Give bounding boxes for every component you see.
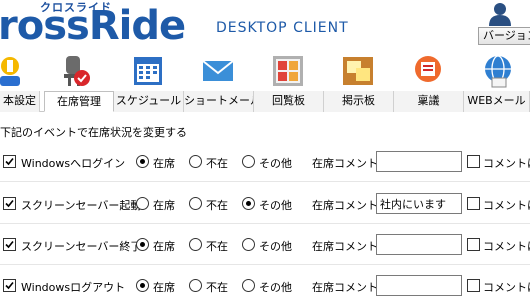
comment-label: 在席コメント	[312, 199, 378, 212]
status-radio-label: 在席	[153, 157, 175, 170]
toolbar	[0, 52, 530, 92]
status-radio-label: その他	[259, 240, 292, 253]
instruction-text: 下記のイベントで在席状況を変更する	[0, 126, 187, 139]
basic-settings-icon[interactable]	[0, 54, 26, 88]
status-radio[interactable]	[242, 197, 255, 210]
status-radio-label: 在席	[153, 240, 175, 253]
schedule-icon[interactable]	[132, 54, 164, 88]
user-icon	[489, 3, 511, 26]
app-header: クロスライド rossRide DESKTOP CLIENT バージョン	[0, 0, 530, 52]
event-label: スクリーンセーバー終了	[21, 240, 142, 253]
comment-update-label: コメントは更	[483, 199, 530, 212]
circulation-icon[interactable]	[272, 54, 304, 88]
comment-input[interactable]	[376, 275, 462, 296]
status-radio-label: 在席	[153, 281, 175, 294]
comment-update-label: コメントは更	[483, 240, 530, 253]
status-radio-label: その他	[259, 199, 292, 212]
status-radio[interactable]	[242, 279, 255, 292]
version-button[interactable]: バージョン	[478, 27, 530, 45]
status-radio[interactable]	[136, 155, 149, 168]
event-row: スクリーンセーバー起動在席 不在 その他 在席コメント コメントは更	[0, 192, 530, 216]
comment-label: 在席コメント	[312, 157, 378, 170]
event-row: Windowsへログイン 在席 不在 その他 在席コメント コメントは更	[0, 150, 530, 174]
comment-update-checkbox[interactable]	[467, 155, 480, 168]
short-mail-icon[interactable]	[202, 54, 234, 88]
comment-update-checkbox[interactable]	[467, 238, 480, 251]
web-mail-icon[interactable]	[482, 54, 514, 88]
status-radio[interactable]	[242, 238, 255, 251]
comment-label: 在席コメント	[312, 240, 378, 253]
row-divider	[0, 223, 530, 224]
bulletin-board-icon[interactable]	[342, 54, 374, 88]
logo-subtitle: DESKTOP CLIENT	[216, 20, 349, 36]
event-checkbox[interactable]	[3, 238, 16, 251]
status-radio[interactable]	[189, 279, 202, 292]
tab-approval[interactable]: 稟議	[394, 91, 464, 112]
approval-icon[interactable]	[412, 54, 444, 88]
event-row: Windowsログアウト 在席 不在 その他 在席コメント コメントは更	[0, 274, 530, 298]
tab-circulation[interactable]: 回覧板	[254, 91, 324, 112]
comment-update-label: コメントは更	[483, 281, 530, 294]
status-radio[interactable]	[189, 238, 202, 251]
event-row: スクリーンセーバー終了在席 不在 その他 在席コメント コメントは更	[0, 233, 530, 257]
status-radio[interactable]	[189, 197, 202, 210]
row-divider	[0, 264, 530, 265]
event-checkbox[interactable]	[3, 197, 16, 210]
tab-bulletin-board[interactable]: 掲示板	[324, 91, 394, 112]
comment-input[interactable]	[376, 234, 462, 255]
status-radio[interactable]	[136, 238, 149, 251]
tab-short-mail[interactable]: ショートメール	[184, 91, 254, 112]
tab-presence[interactable]: 在席管理	[44, 91, 114, 112]
status-radio-label: その他	[259, 157, 292, 170]
comment-update-checkbox[interactable]	[467, 279, 480, 292]
presence-icon[interactable]	[60, 54, 92, 88]
tab-web-mail[interactable]: WEBメール	[464, 91, 530, 112]
event-label: スクリーンセーバー起動	[21, 199, 142, 212]
event-label: Windowsへログイン	[21, 157, 126, 170]
logo: rossRide	[0, 3, 186, 49]
comment-update-checkbox[interactable]	[467, 197, 480, 210]
row-divider	[0, 181, 530, 182]
event-checkbox[interactable]	[3, 155, 16, 168]
status-radio[interactable]	[136, 279, 149, 292]
status-radio-label: 不在	[206, 240, 228, 253]
comment-label: 在席コメント	[312, 281, 378, 294]
status-radio-label: 在席	[153, 199, 175, 212]
status-radio[interactable]	[189, 155, 202, 168]
status-radio-label: 不在	[206, 157, 228, 170]
event-checkbox[interactable]	[3, 279, 16, 292]
tab-bar: 本設定 在席管理 スケジュール ショートメール 回覧板 掲示板 稟議 WEBメー…	[0, 91, 530, 112]
status-radio[interactable]	[136, 197, 149, 210]
comment-update-label: コメントは更	[483, 157, 530, 170]
tab-basic-settings[interactable]: 本設定	[0, 91, 40, 112]
status-radio-label: 不在	[206, 281, 228, 294]
status-radio-label: 不在	[206, 199, 228, 212]
status-radio-label: その他	[259, 281, 292, 294]
status-radio[interactable]	[242, 155, 255, 168]
comment-input[interactable]	[376, 151, 462, 172]
event-label: Windowsログアウト	[21, 281, 126, 294]
comment-input[interactable]	[376, 193, 462, 214]
tab-schedule[interactable]: スケジュール	[114, 91, 184, 112]
